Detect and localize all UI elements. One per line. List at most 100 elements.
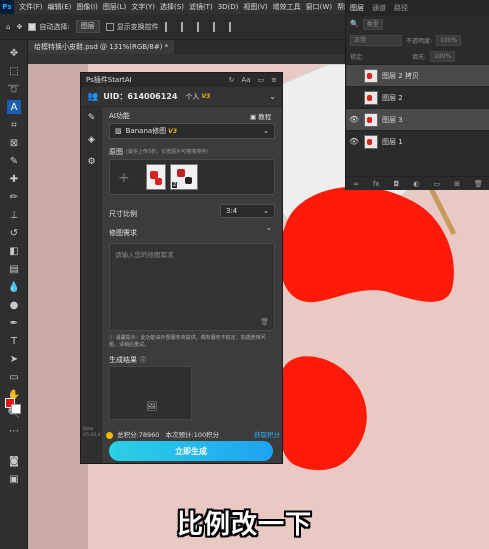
link-icon[interactable]: ∞ <box>353 180 359 188</box>
transform-controls-checkbox[interactable] <box>105 22 114 31</box>
get-points-link[interactable]: 获取积分 <box>254 429 280 439</box>
fill-label: 填充: <box>412 53 427 61</box>
fx-icon[interactable]: fx <box>373 180 380 188</box>
menu-window[interactable]: 窗口(W) <box>306 2 332 12</box>
lasso-tool-icon[interactable]: ➰ <box>7 82 21 96</box>
menu-filter[interactable]: 滤镜(T) <box>189 2 213 12</box>
history-brush-icon[interactable]: ↺ <box>7 226 21 240</box>
trash-icon[interactable]: 🗑 <box>260 318 269 326</box>
align-right-icon[interactable] <box>196 21 207 32</box>
type-tool-icon[interactable]: T <box>7 334 21 348</box>
blur-tool-icon[interactable]: 💧 <box>7 280 21 294</box>
menu-select[interactable]: 选择(S) <box>160 2 184 12</box>
layer-row[interactable]: 👁 图层 3 <box>346 108 489 130</box>
refresh-icon[interactable]: ↻ <box>229 76 235 84</box>
plugin-body: AI功能 ▣ 教程 ▨ Banana修图 V3 ⌄ 原图 (最多上传5张，长按图… <box>102 107 282 463</box>
dodge-tool-icon[interactable]: ● <box>7 298 21 312</box>
menu-icon[interactable]: ≡ <box>271 76 277 84</box>
document-tab[interactable]: 给模特换小皮鞋.psd @ 131%(RGB/8#) * <box>28 40 175 54</box>
uploaded-image-thumb[interactable]: 2 <box>170 164 198 190</box>
layer-row[interactable]: 👁 图层 1 <box>346 130 489 152</box>
tab-paths[interactable]: 路径 <box>394 3 408 13</box>
transform-controls-label: 显示变换控件 <box>116 22 159 31</box>
blend-mode-select[interactable]: 正常 <box>350 34 402 46</box>
auto-select-checkbox[interactable] <box>28 22 37 31</box>
uploaded-image-thumb[interactable] <box>146 164 166 190</box>
model-dropdown[interactable]: ▨ Banana修图 V3 ⌄ <box>109 123 275 139</box>
request-textarea[interactable]: 请输入您的修图需求 🗑 <box>109 243 275 331</box>
layer-kind-filter[interactable]: 类型 <box>362 18 383 30</box>
adjustment-icon[interactable]: ◐ <box>413 180 419 188</box>
menu-layer[interactable]: 图层(L) <box>103 2 126 12</box>
stamp-tool-icon[interactable]: ⊥ <box>7 208 21 222</box>
menu-image[interactable]: 图像(I) <box>76 2 98 12</box>
menu-3d[interactable]: 3D(D) <box>218 3 239 11</box>
layer-row[interactable]: 图层 2 <box>346 86 489 108</box>
layer-thumbnail <box>364 90 378 105</box>
screen-mode-icon[interactable]: ▣ <box>7 472 21 486</box>
collapse-chevron-icon[interactable]: ⌄ <box>269 92 276 101</box>
add-image-icon[interactable]: + <box>118 170 130 186</box>
shape-tool-icon[interactable]: ▭ <box>7 370 21 384</box>
book-icon: ▣ <box>250 113 259 121</box>
tab-channels[interactable]: 通道 <box>372 3 386 13</box>
edit-icon[interactable]: ✎ <box>81 107 102 129</box>
red-shoe-top <box>279 186 454 303</box>
eraser-tool-icon[interactable]: ◧ <box>7 244 21 258</box>
ratio-dropdown[interactable]: 3:4 ⌄ <box>220 204 275 218</box>
minimize-icon[interactable]: ▭ <box>258 76 265 84</box>
settings-icon[interactable]: ⚙ <box>81 151 102 173</box>
pen-tool-icon[interactable]: ✒ <box>7 316 21 330</box>
move-tool-icon[interactable]: ✥ <box>16 23 22 31</box>
align-center-icon[interactable] <box>180 21 191 32</box>
align-middle-icon[interactable] <box>228 21 239 32</box>
layers-stack-icon[interactable]: ◈ <box>81 129 102 151</box>
crop-tool-icon[interactable]: ⌗ <box>7 118 21 132</box>
font-size-icon[interactable]: Aa <box>241 76 250 84</box>
plugin-title: Ps插件StartAI <box>86 76 132 84</box>
user-group-icon: 👥 <box>87 91 99 102</box>
home-icon[interactable]: ⌂ <box>6 23 10 31</box>
auto-select-dropdown[interactable]: 图层 <box>75 20 100 33</box>
eye-icon[interactable]: 👁 <box>348 115 360 124</box>
total-points: 总积分:78960 <box>117 431 160 439</box>
group-icon[interactable]: ▭ <box>433 180 440 188</box>
marquee-tool-icon[interactable]: ⬚ <box>7 64 21 78</box>
menu-type[interactable]: 文字(Y) <box>131 2 155 12</box>
generate-button[interactable]: 立即生成 <box>109 441 273 461</box>
info-icon[interactable]: ⓘ <box>140 355 146 364</box>
startai-tool-icon[interactable]: A <box>7 100 21 114</box>
new-layer-icon[interactable]: ⊞ <box>454 180 460 188</box>
chevron-up-icon[interactable]: ⌃ <box>266 227 272 235</box>
fill-input[interactable]: 100% <box>430 50 456 62</box>
delete-icon[interactable]: 🗑 <box>474 180 483 188</box>
layer-name: 图层 1 <box>382 137 403 146</box>
menu-edit[interactable]: 编辑(E) <box>48 2 72 12</box>
startai-plugin-panel: Ps插件StartAI ↻ Aa ▭ ≡ 👥 UID：614006124 个人 … <box>80 72 283 464</box>
tab-layers[interactable]: 图层 <box>350 3 364 13</box>
align-top-icon[interactable] <box>212 21 223 32</box>
result-preview[interactable]: 🖼 <box>109 366 192 420</box>
request-placeholder: 请输入您的修图需求 <box>115 251 174 259</box>
layer-row[interactable]: 图层 2 拷贝 <box>346 64 489 86</box>
tutorial-link[interactable]: ▣ 教程 <box>250 111 271 121</box>
align-left-icon[interactable] <box>164 21 175 32</box>
estimate-points: 本次预计:100积分 <box>165 431 220 439</box>
more-tools-icon[interactable]: ⋯ <box>7 424 21 438</box>
menu-view[interactable]: 视图(V) <box>243 2 267 12</box>
brush-tool-icon[interactable]: ✏ <box>7 190 21 204</box>
healing-tool-icon[interactable]: ✚ <box>7 172 21 186</box>
layers-panel: 图层 通道 路径 🔍 类型 正常 不透明度: 100% 锁定: 填充: 100%… <box>345 0 489 190</box>
eyedropper-tool-icon[interactable]: ✎ <box>7 154 21 168</box>
move-tool-icon[interactable]: ✥ <box>7 46 21 60</box>
frame-tool-icon[interactable]: ⊠ <box>7 136 21 150</box>
gradient-tool-icon[interactable]: ▤ <box>7 262 21 276</box>
menu-file[interactable]: 文件(F) <box>19 2 43 12</box>
background-color-swatch[interactable] <box>11 404 21 414</box>
menu-plugins[interactable]: 增效工具 <box>273 2 301 12</box>
path-select-icon[interactable]: ➤ <box>7 352 21 366</box>
mask-icon[interactable]: ◘ <box>394 180 400 188</box>
eye-icon[interactable]: 👁 <box>348 137 360 146</box>
opacity-input[interactable]: 100% <box>436 34 462 46</box>
quick-mask-icon[interactable]: ◙ <box>7 454 21 468</box>
